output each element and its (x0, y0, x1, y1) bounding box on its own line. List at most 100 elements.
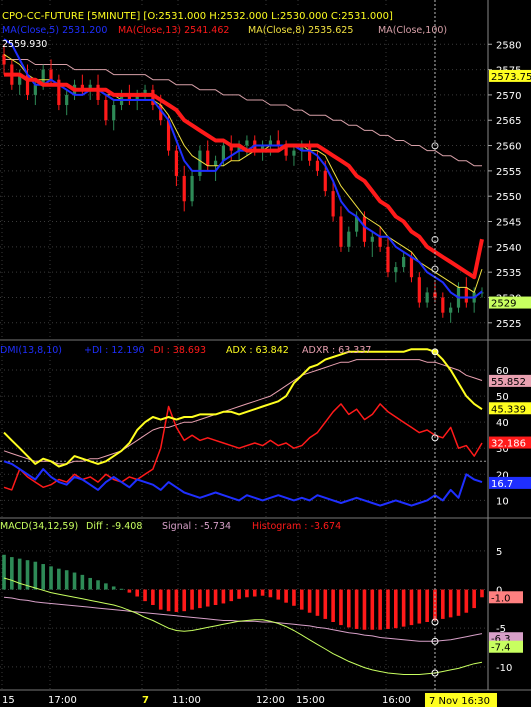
ma13-line (4, 72, 484, 280)
candle-body (292, 150, 296, 156)
price-tick-label: 2580 (496, 40, 521, 51)
macd-histogram-bar (127, 589, 132, 593)
macd-histogram-bar (370, 589, 375, 630)
macd-histogram-bar (88, 577, 92, 590)
macd-histogram-bar (425, 589, 429, 622)
time-label: 16:00 (382, 695, 411, 706)
macd-histogram-bar (323, 589, 328, 619)
macd-histogram-bar (307, 589, 312, 613)
candle-body (394, 267, 398, 273)
macd-histogram-bar (331, 589, 335, 622)
dmi-label: ADXR : 63.337 (302, 345, 371, 356)
macd-histogram-bar (268, 589, 273, 598)
macd-marker-label: -1.0 (491, 593, 511, 604)
macd-histogram-bar (143, 589, 147, 602)
macd-histogram-bar (362, 589, 367, 630)
macd-histogram-bar (386, 589, 390, 629)
chart-canvas[interactable]: 2580257525702565256025552550254525402535… (0, 0, 531, 707)
macd-histogram-bar (72, 572, 77, 590)
macd-histogram-bar (292, 589, 296, 606)
macd-label: Histogram : -3.674 (252, 521, 341, 532)
price-tick-label: 2540 (496, 243, 521, 254)
candle-body (339, 216, 343, 247)
time-label: 12:00 (256, 695, 285, 706)
candle-body (347, 231, 351, 247)
candle-body (378, 236, 382, 247)
macd-histogram-bar (354, 589, 359, 629)
ma-label: MA(Close,100) (378, 25, 447, 36)
macd-histogram-bar (464, 589, 469, 613)
macd-histogram-bar (448, 589, 453, 618)
macd-histogram-bar (346, 589, 351, 628)
macd-histogram-bar (2, 554, 6, 590)
macd-histogram-bar (64, 570, 69, 590)
macd-histogram-bar (151, 589, 155, 605)
candle-body (104, 99, 108, 121)
dmi-panel[interactable] (3, 348, 483, 507)
macd-histogram-bar (174, 589, 179, 612)
time-label: 15:00 (296, 695, 325, 706)
adx-line (3, 348, 483, 468)
macd-histogram-bar (260, 589, 265, 596)
macd-histogram-bar (104, 583, 108, 590)
crosshair-time-label: 7 Nov 16:30 (429, 696, 490, 707)
candle-body (49, 69, 53, 80)
time-label: 17:00 (48, 695, 77, 706)
chart-window: 2580257525702565256025552550254525402535… (0, 0, 531, 707)
candle-body (206, 150, 210, 166)
macd-label: MACD(34,12,59) (0, 521, 78, 532)
ma100-marker-label: 2573.75 (491, 72, 531, 83)
time-axis: 15 17:00 7 11:00 12:00 15:00 16:00 7 Nov 16:30 (2, 693, 497, 707)
dmi-label: ADX : 63.842 (226, 345, 289, 356)
candle-body (96, 84, 100, 100)
macd-histogram-bar (339, 589, 343, 626)
candle-body (190, 175, 194, 202)
price-panel[interactable] (2, 38, 484, 323)
macd-histogram-bar (158, 589, 163, 610)
candle-body (449, 307, 453, 313)
dmi-marker-label: 55.852 (491, 377, 526, 388)
dmi-tick-label: 10 (496, 496, 509, 507)
candle-body (386, 246, 390, 273)
macd-histogram-bar (111, 586, 116, 590)
plus-di-line (3, 460, 483, 507)
macd-histogram-bar (252, 589, 257, 597)
price-tick-label: 2570 (496, 91, 521, 102)
price-tick-label: 2550 (496, 192, 521, 203)
macd-histogram-bar (33, 561, 38, 590)
time-label: 15 (2, 695, 15, 706)
macd-histogram-bar (394, 589, 398, 629)
macd-histogram-bar (284, 589, 288, 603)
macd-histogram-bar (190, 589, 194, 610)
ma-label: MA(Close,13) 2541.462 (118, 25, 229, 36)
time-label: 11:00 (172, 695, 201, 706)
candle-body (370, 236, 374, 242)
price-flag: 2559.930 (2, 39, 47, 50)
macd-tick-label: 5 (496, 547, 502, 558)
right-axis: 2580257525702565256025552550254525402535… (488, 40, 531, 674)
macd-histogram-bar (378, 589, 382, 630)
macd-histogram-bar (213, 589, 218, 605)
macd-panel[interactable] (2, 554, 484, 677)
time-label: 7 (142, 695, 149, 706)
dmi-label: +DI : 12.190 (84, 345, 145, 356)
price-tick-label: 2555 (496, 167, 521, 178)
candle-body (417, 277, 421, 303)
candle-body (331, 191, 335, 217)
candle-body (464, 287, 468, 303)
candle-body (315, 160, 320, 171)
macd-histogram-bar (49, 566, 53, 590)
ma-label: MA(Close,5) 2531.200 (2, 25, 107, 36)
candle-body (425, 292, 429, 303)
macd-histogram-bar (237, 589, 241, 599)
macd-histogram-bar (417, 589, 422, 624)
candle-body (221, 145, 226, 161)
price-tick-label: 2525 (496, 319, 521, 330)
candle-body (198, 150, 202, 176)
candle-body (441, 297, 445, 313)
candle-body (308, 145, 312, 161)
macd-histogram-bar (401, 589, 406, 627)
macd-marker-label: -7.4 (491, 643, 511, 654)
macd-histogram-bar (472, 589, 476, 609)
adxr-line (3, 359, 483, 465)
